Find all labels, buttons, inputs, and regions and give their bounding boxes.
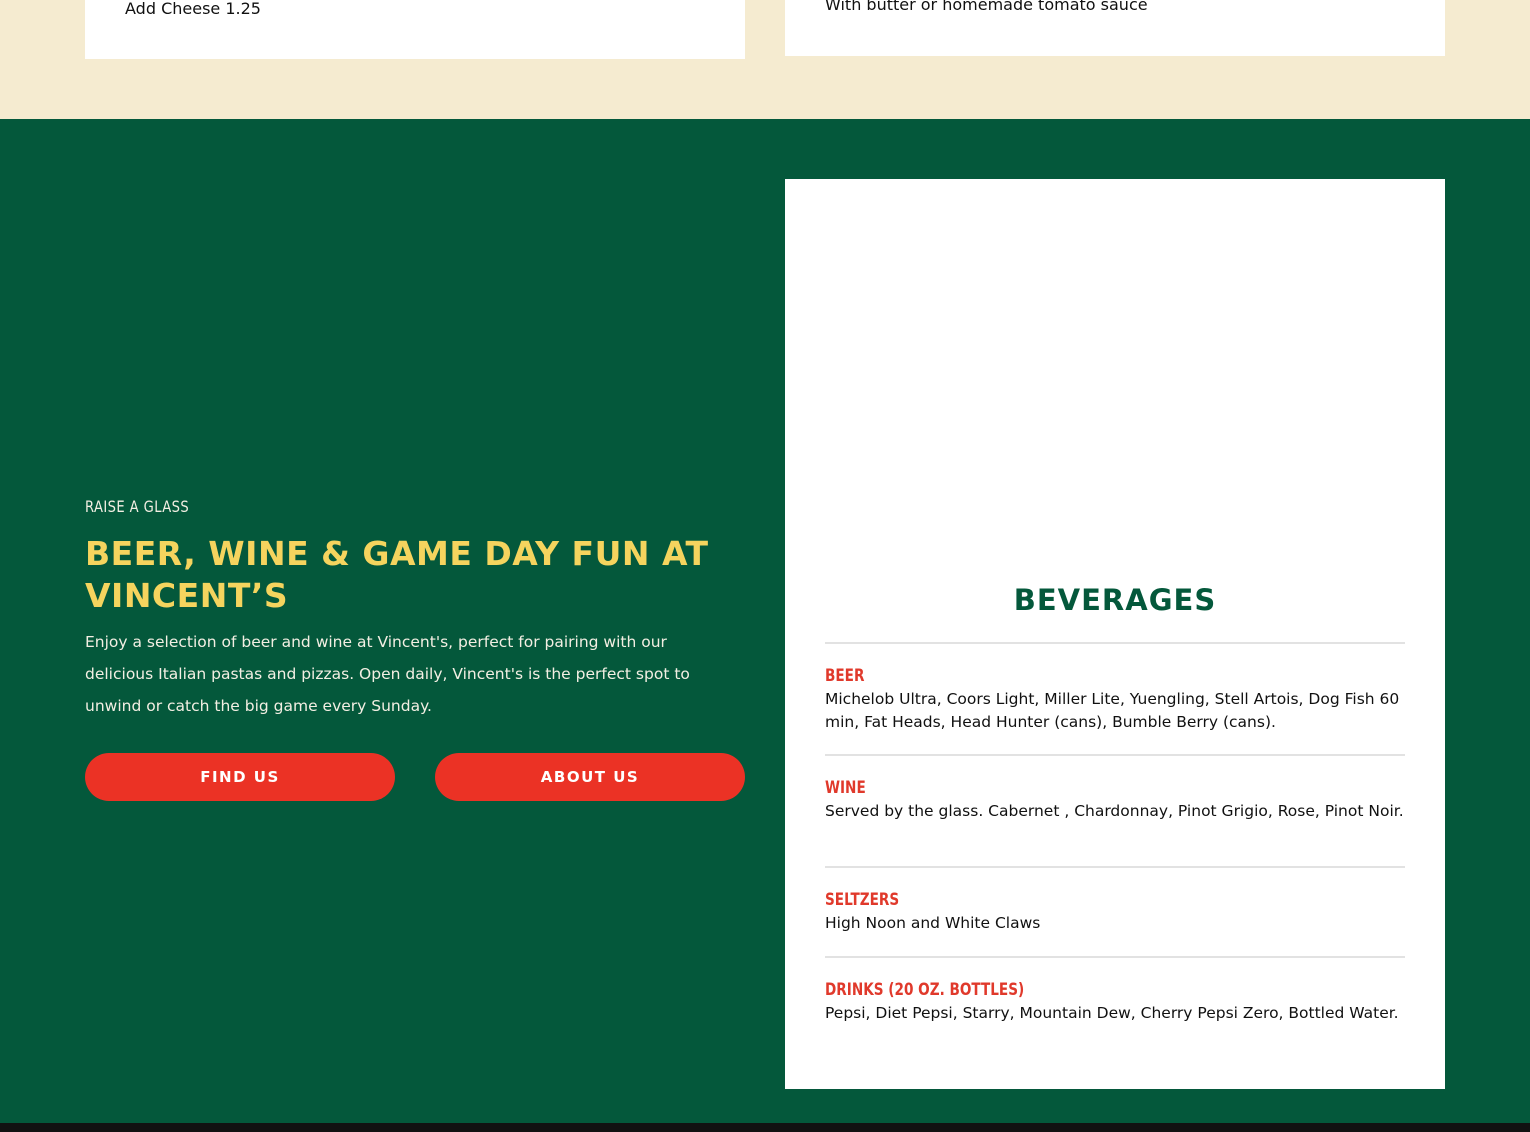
divider [825, 642, 1405, 644]
beverage-description: Pepsi, Diet Pepsi, Starry, Mountain Dew,… [825, 1004, 1399, 1022]
menu-card-left: Add Cheese 1.25 [85, 0, 745, 59]
promo-eyebrow: RAISE A GLASS [85, 497, 190, 516]
beverage-item-beer: BEER Michelob Ultra, Coors Light, Miller… [825, 665, 1405, 734]
menu-card-left-text: Add Cheese 1.25 [125, 0, 261, 18]
footer-edge [0, 1123, 1530, 1132]
beverage-description: High Noon and White Claws [825, 914, 1041, 932]
beverage-description: Served by the glass. Cabernet , Chardonn… [825, 802, 1404, 820]
promo-headline: BEER, WINE & GAME DAY FUN AT VINCENT’S [85, 534, 709, 615]
beverage-name: DRINKS (20 OZ. BOTTLES) [825, 980, 1025, 1000]
beverage-name: SELTZERS [825, 890, 900, 910]
beverages-title: BEVERAGES [1013, 583, 1217, 617]
beverage-name: WINE [825, 778, 866, 798]
menu-card-right: With butter or homemade tomato sauce [785, 0, 1445, 56]
promo-body: Enjoy a selection of beer and wine at Vi… [85, 633, 690, 715]
menu-section-bottom: Add Cheese 1.25 With butter or homemade … [0, 0, 1530, 119]
menu-card-right-text: With butter or homemade tomato sauce [825, 0, 1148, 14]
beverage-description: Michelob Ultra, Coors Light, Miller Lite… [825, 690, 1400, 731]
divider [825, 754, 1405, 756]
divider [825, 866, 1405, 868]
divider [825, 956, 1405, 958]
beverages-card: BEVERAGES BEER Michelob Ultra, Coors Lig… [785, 179, 1445, 1089]
about-us-button[interactable]: ABOUT US [435, 753, 745, 801]
find-us-button[interactable]: FIND US [85, 753, 395, 801]
beverage-item-drinks: DRINKS (20 OZ. BOTTLES) Pepsi, Diet Peps… [825, 979, 1405, 1025]
beverage-name: BEER [825, 666, 865, 686]
beverage-item-wine: WINE Served by the glass. Cabernet , Cha… [825, 777, 1405, 823]
beverage-item-seltzers: SELTZERS High Noon and White Claws [825, 889, 1405, 935]
